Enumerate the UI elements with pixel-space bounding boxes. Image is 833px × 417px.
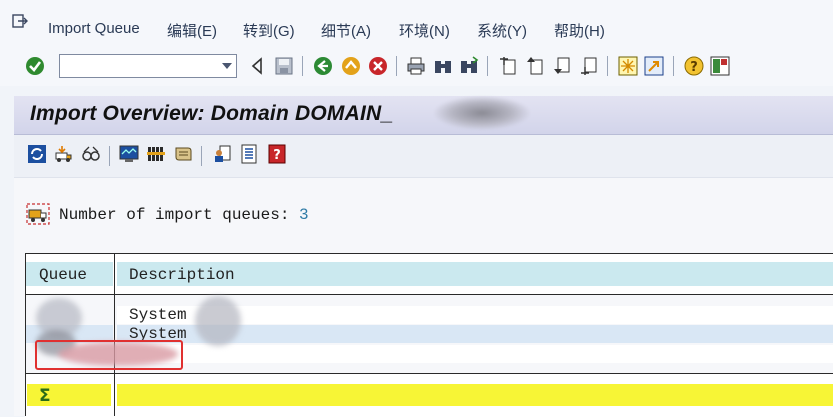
redacted-domain (434, 96, 530, 130)
summary-label: Number of import queues: (59, 206, 290, 224)
next-page-icon[interactable] (551, 55, 573, 77)
column-header-description: Description (129, 266, 235, 284)
back-arrow-icon[interactable] (246, 55, 268, 77)
help-icon[interactable]: ? (683, 55, 705, 77)
table-row[interactable]: System (25, 306, 833, 324)
application-toolbar: ? (14, 135, 833, 178)
details-list-icon[interactable] (238, 143, 260, 165)
menu-goto[interactable]: 转到(G) (243, 20, 295, 41)
menu-environment[interactable]: 环境(N) (399, 20, 450, 41)
glasses-icon[interactable] (80, 143, 102, 165)
redacted-description (195, 296, 241, 346)
description-cell[interactable] (117, 345, 833, 363)
exit-icon[interactable] (340, 55, 362, 77)
import-queues-summary: Number of import queues: 3 (59, 206, 309, 224)
toolbar-separator (109, 146, 110, 166)
svg-text:?: ? (690, 60, 698, 75)
totals-description-cell (117, 384, 833, 406)
toolbar-separator (302, 56, 303, 76)
page-title: Import Overview: Domain DOMAIN_ (30, 102, 394, 125)
svg-text:?: ? (273, 148, 281, 163)
menu-bar: Import Queue 编辑(E) 转到(G) 细节(A) 环境(N) 系统(… (0, 0, 833, 53)
toolbar-separator (607, 56, 608, 76)
back-icon[interactable] (312, 55, 334, 77)
totals-cell: Σ (27, 384, 111, 406)
description-value: System (129, 306, 187, 324)
last-page-icon[interactable] (578, 55, 600, 77)
menu-help[interactable]: 帮助(H) (554, 20, 605, 41)
truck-icon (26, 203, 50, 225)
column-header-queue: Queue (39, 266, 88, 284)
truck-import-icon[interactable] (53, 143, 75, 165)
first-page-icon[interactable] (497, 55, 519, 77)
column-divider (114, 253, 115, 416)
find-next-icon[interactable] (458, 55, 480, 77)
queue-table: Queue Description System System Σ (25, 253, 833, 417)
menu-edit[interactable]: 编辑(E) (167, 20, 217, 41)
toolbar-separator (201, 146, 202, 166)
command-field[interactable] (59, 54, 237, 78)
refresh-icon[interactable] (26, 143, 48, 165)
table-header: Queue Description (25, 253, 833, 295)
shortcut-icon[interactable] (643, 55, 665, 77)
person-settings-icon[interactable] (211, 143, 233, 165)
menu-details[interactable]: 细节(A) (321, 20, 371, 41)
save-icon[interactable] (273, 55, 295, 77)
queue-columns-icon[interactable] (145, 143, 167, 165)
print-icon[interactable] (405, 55, 427, 77)
standard-toolbar: ? (0, 52, 833, 86)
scroll-icon[interactable] (172, 143, 194, 165)
highlight-box (35, 340, 183, 370)
create-session-icon[interactable] (617, 55, 639, 77)
totals-row: Σ (25, 373, 833, 417)
cancel-icon[interactable] (367, 55, 389, 77)
title-bar: Import Overview: Domain DOMAIN_ (14, 96, 833, 135)
enter-icon[interactable] (24, 55, 46, 77)
toolbar-separator (396, 56, 397, 76)
chevron-down-icon[interactable] (222, 63, 232, 69)
menu-exit-icon[interactable] (12, 14, 28, 28)
layout-menu-icon[interactable] (709, 55, 731, 77)
previous-page-icon[interactable] (524, 55, 546, 77)
toolbar-separator (487, 56, 488, 76)
find-icon[interactable] (432, 55, 454, 77)
info-help-icon[interactable]: ? (266, 143, 288, 165)
sum-icon: Σ (39, 386, 51, 406)
menu-system[interactable]: 系统(Y) (477, 20, 527, 41)
queue-count: 3 (299, 206, 309, 224)
menu-import-queue[interactable]: Import Queue (48, 20, 140, 37)
monitor-icon[interactable] (118, 143, 140, 165)
toolbar-separator (673, 56, 674, 76)
table-left-border (25, 253, 26, 416)
